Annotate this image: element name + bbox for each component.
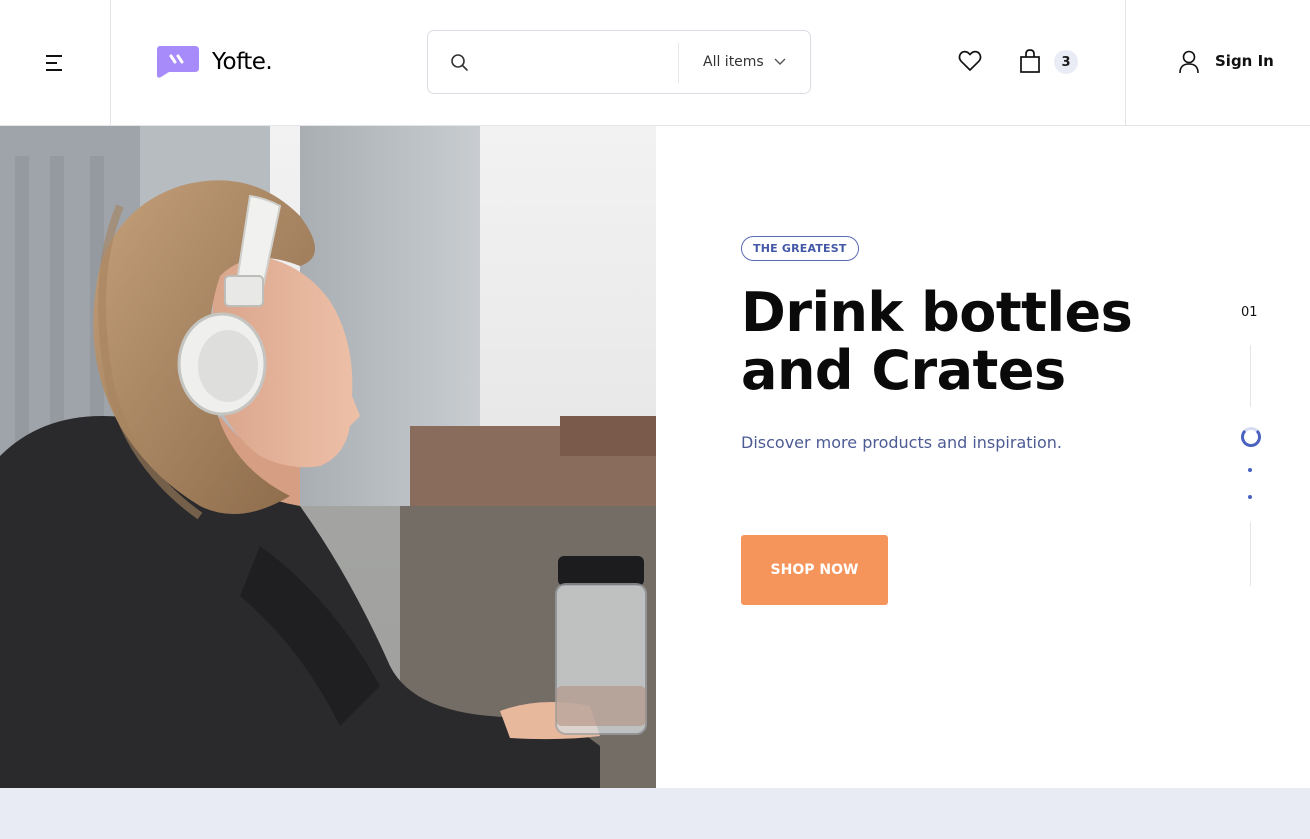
signin-label: Sign In: [1215, 52, 1274, 70]
slider-dot[interactable]: [1248, 468, 1252, 472]
hero-title: Drink bottles and Crates: [741, 284, 1201, 400]
site-header: Yofte. All items 3 Sign In: [0, 0, 1310, 126]
slider-line-bottom: [1250, 522, 1251, 586]
search-bar: All items: [427, 30, 811, 94]
category-select-label: All items: [703, 54, 764, 70]
hero-subtitle: Discover more products and inspiration.: [741, 433, 1062, 452]
logo-text: Yofte.: [212, 48, 273, 75]
heart-icon[interactable]: [958, 50, 982, 72]
signin-link[interactable]: Sign In: [1125, 0, 1310, 125]
hero-badge: THE GREATEST: [741, 236, 859, 261]
user-icon: [1179, 50, 1199, 74]
slider-line-top: [1250, 345, 1251, 407]
shop-now-button[interactable]: SHOP NOW: [741, 535, 888, 605]
menu-button[interactable]: [0, 0, 111, 125]
hero-title-line1: Drink bottles: [741, 281, 1133, 344]
search-divider: [678, 43, 679, 83]
logo[interactable]: Yofte.: [157, 44, 273, 79]
logo-mark-icon: [157, 46, 199, 78]
slide-number: 01: [1241, 305, 1258, 320]
chevron-down-icon: [774, 58, 786, 65]
search-input[interactable]: [480, 43, 690, 83]
hero-image: [0, 126, 656, 788]
search-icon: [451, 54, 468, 71]
slider-dot[interactable]: [1248, 495, 1252, 499]
category-select[interactable]: All items: [703, 31, 786, 93]
slider-dot-active[interactable]: [1241, 427, 1261, 447]
cart-count-badge[interactable]: 3: [1054, 50, 1078, 74]
next-section-band: [0, 788, 1310, 839]
hero-title-line2: and Crates: [741, 339, 1066, 402]
bag-icon[interactable]: [1019, 48, 1041, 74]
hamburger-icon: [46, 54, 62, 71]
